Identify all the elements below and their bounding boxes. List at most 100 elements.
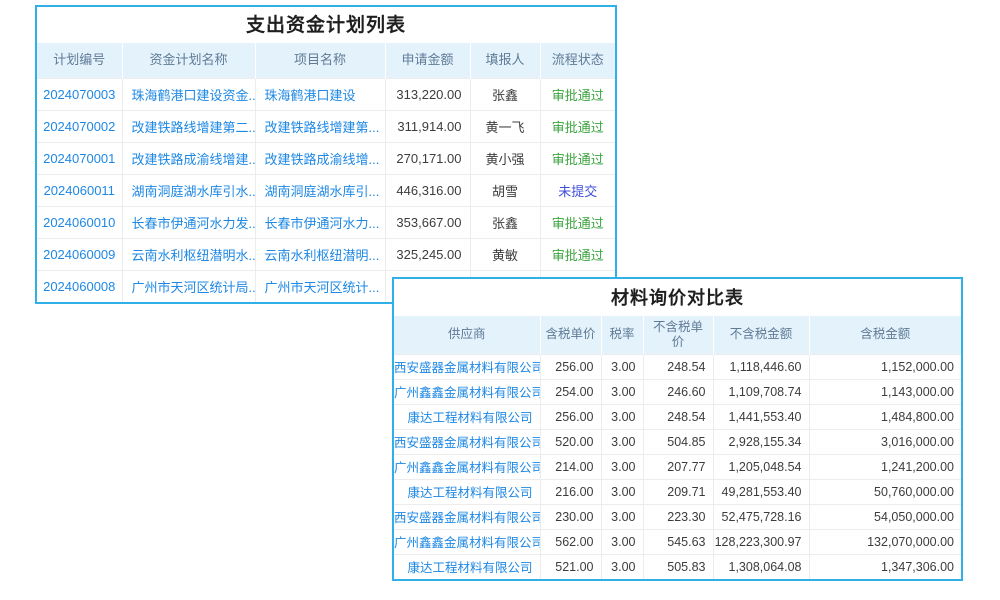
tax_amount-cell: 54,050,000.00 <box>809 504 961 529</box>
amount-cell: 311,914.00 <box>385 110 470 142</box>
fund_name-link[interactable]: 改建铁路线增建第二... <box>122 110 255 142</box>
material-quote-panel: 材料询价对比表 供应商含税单价税率不含税单价不含税金额含税金额 西安盛器金属材料… <box>392 277 963 581</box>
status-cell: 审批通过 <box>540 238 615 270</box>
tax_amount-cell: 1,347,306.00 <box>809 554 961 579</box>
supplier-link[interactable]: 西安盛器金属材料有限公司 <box>394 429 540 454</box>
tax_amount-cell: 1,152,000.00 <box>809 354 961 379</box>
tax_amount-cell: 50,760,000.00 <box>809 479 961 504</box>
material-quote-header-row: 供应商含税单价税率不含税单价不含税金额含税金额 <box>394 316 961 354</box>
plan_no-link[interactable]: 2024060009 <box>37 238 122 270</box>
net_price-cell: 209.71 <box>643 479 713 504</box>
supplier-link[interactable]: 康达工程材料有限公司 <box>394 479 540 504</box>
project_name-link[interactable]: 湖南洞庭湖水库引... <box>255 174 385 206</box>
reporter-cell: 黄敏 <box>470 238 540 270</box>
net_price-cell: 246.60 <box>643 379 713 404</box>
tax_price-cell: 230.00 <box>540 504 601 529</box>
table-row: 2024070003珠海鹤港口建设资金...珠海鹤港口建设313,220.00张… <box>37 78 615 110</box>
tax_price-cell: 562.00 <box>540 529 601 554</box>
column-header-net_amount: 不含税金额 <box>713 316 809 354</box>
net_price-cell: 248.54 <box>643 354 713 379</box>
table-row: 西安盛器金属材料有限公司520.003.00504.852,928,155.34… <box>394 429 961 454</box>
supplier-link[interactable]: 西安盛器金属材料有限公司 <box>394 354 540 379</box>
project_name-link[interactable]: 广州市天河区统计... <box>255 270 385 302</box>
plan_no-link[interactable]: 2024060011 <box>37 174 122 206</box>
tax_rate-cell: 3.00 <box>601 529 643 554</box>
column-header-status: 流程状态 <box>540 43 615 78</box>
table-row: 2024060010长春市伊通河水力发...长春市伊通河水力...353,667… <box>37 206 615 238</box>
net_price-cell: 207.77 <box>643 454 713 479</box>
project_name-link[interactable]: 珠海鹤港口建设 <box>255 78 385 110</box>
table-row: 康达工程材料有限公司216.003.00209.7149,281,553.405… <box>394 479 961 504</box>
status-cell: 审批通过 <box>540 206 615 238</box>
project_name-link[interactable]: 改建铁路线增建第... <box>255 110 385 142</box>
tax_rate-cell: 3.00 <box>601 554 643 579</box>
project_name-link[interactable]: 长春市伊通河水力... <box>255 206 385 238</box>
supplier-link[interactable]: 广州鑫鑫金属材料有限公司 <box>394 529 540 554</box>
tax_price-cell: 520.00 <box>540 429 601 454</box>
net_amount-cell: 1,308,064.08 <box>713 554 809 579</box>
expense-plan-panel-title: 支出资金计划列表 <box>37 7 615 43</box>
amount-cell: 446,316.00 <box>385 174 470 206</box>
tax_price-cell: 521.00 <box>540 554 601 579</box>
fund_name-link[interactable]: 改建铁路成渝线增建... <box>122 142 255 174</box>
table-row: 2024060009云南水利枢纽潜明水...云南水利枢纽潜明...325,245… <box>37 238 615 270</box>
reporter-cell: 胡雪 <box>470 174 540 206</box>
fund_name-link[interactable]: 湖南洞庭湖水库引水... <box>122 174 255 206</box>
reporter-cell: 张鑫 <box>470 206 540 238</box>
tax_amount-cell: 1,484,800.00 <box>809 404 961 429</box>
plan_no-link[interactable]: 2024070002 <box>37 110 122 142</box>
column-header-supplier: 供应商 <box>394 316 540 354</box>
fund_name-link[interactable]: 云南水利枢纽潜明水... <box>122 238 255 270</box>
fund_name-link[interactable]: 珠海鹤港口建设资金... <box>122 78 255 110</box>
status-cell: 审批通过 <box>540 142 615 174</box>
net_amount-cell: 52,475,728.16 <box>713 504 809 529</box>
column-header-fund_name: 资金计划名称 <box>122 43 255 78</box>
table-row: 西安盛器金属材料有限公司256.003.00248.541,118,446.60… <box>394 354 961 379</box>
net_amount-cell: 49,281,553.40 <box>713 479 809 504</box>
supplier-link[interactable]: 广州鑫鑫金属材料有限公司 <box>394 379 540 404</box>
fund_name-link[interactable]: 广州市天河区统计局... <box>122 270 255 302</box>
column-header-reporter: 填报人 <box>470 43 540 78</box>
tax_rate-cell: 3.00 <box>601 454 643 479</box>
tax_rate-cell: 3.00 <box>601 379 643 404</box>
material-quote-table: 供应商含税单价税率不含税单价不含税金额含税金额 西安盛器金属材料有限公司256.… <box>394 316 961 579</box>
column-header-plan_no: 计划编号 <box>37 43 122 78</box>
reporter-cell: 张鑫 <box>470 78 540 110</box>
table-row: 康达工程材料有限公司256.003.00248.541,441,553.401,… <box>394 404 961 429</box>
status-cell: 审批通过 <box>540 110 615 142</box>
net_amount-cell: 1,205,048.54 <box>713 454 809 479</box>
tax_rate-cell: 3.00 <box>601 479 643 504</box>
tax_price-cell: 254.00 <box>540 379 601 404</box>
tax_rate-cell: 3.00 <box>601 429 643 454</box>
net_price-cell: 223.30 <box>643 504 713 529</box>
table-row: 广州鑫鑫金属材料有限公司254.003.00246.601,109,708.74… <box>394 379 961 404</box>
tax_price-cell: 256.00 <box>540 404 601 429</box>
table-row: 2024070001改建铁路成渝线增建...改建铁路成渝线增...270,171… <box>37 142 615 174</box>
supplier-link[interactable]: 西安盛器金属材料有限公司 <box>394 504 540 529</box>
tax_rate-cell: 3.00 <box>601 404 643 429</box>
reporter-cell: 黄一飞 <box>470 110 540 142</box>
plan_no-link[interactable]: 2024060008 <box>37 270 122 302</box>
supplier-link[interactable]: 广州鑫鑫金属材料有限公司 <box>394 454 540 479</box>
plan_no-link[interactable]: 2024060010 <box>37 206 122 238</box>
column-header-tax_rate: 税率 <box>601 316 643 354</box>
amount-cell: 313,220.00 <box>385 78 470 110</box>
supplier-link[interactable]: 康达工程材料有限公司 <box>394 554 540 579</box>
plan_no-link[interactable]: 2024070003 <box>37 78 122 110</box>
tax_rate-cell: 3.00 <box>601 504 643 529</box>
table-row: 广州鑫鑫金属材料有限公司214.003.00207.771,205,048.54… <box>394 454 961 479</box>
project_name-link[interactable]: 改建铁路成渝线增... <box>255 142 385 174</box>
net_amount-cell: 1,118,446.60 <box>713 354 809 379</box>
supplier-link[interactable]: 康达工程材料有限公司 <box>394 404 540 429</box>
tax_price-cell: 214.00 <box>540 454 601 479</box>
status-cell: 未提交 <box>540 174 615 206</box>
net_amount-cell: 128,223,300.97 <box>713 529 809 554</box>
column-header-net_price: 不含税单价 <box>643 316 713 354</box>
project_name-link[interactable]: 云南水利枢纽潜明... <box>255 238 385 270</box>
tax_amount-cell: 1,241,200.00 <box>809 454 961 479</box>
table-row: 2024060011湖南洞庭湖水库引水...湖南洞庭湖水库引...446,316… <box>37 174 615 206</box>
amount-cell: 270,171.00 <box>385 142 470 174</box>
fund_name-link[interactable]: 长春市伊通河水力发... <box>122 206 255 238</box>
column-header-project_name: 项目名称 <box>255 43 385 78</box>
plan_no-link[interactable]: 2024070001 <box>37 142 122 174</box>
